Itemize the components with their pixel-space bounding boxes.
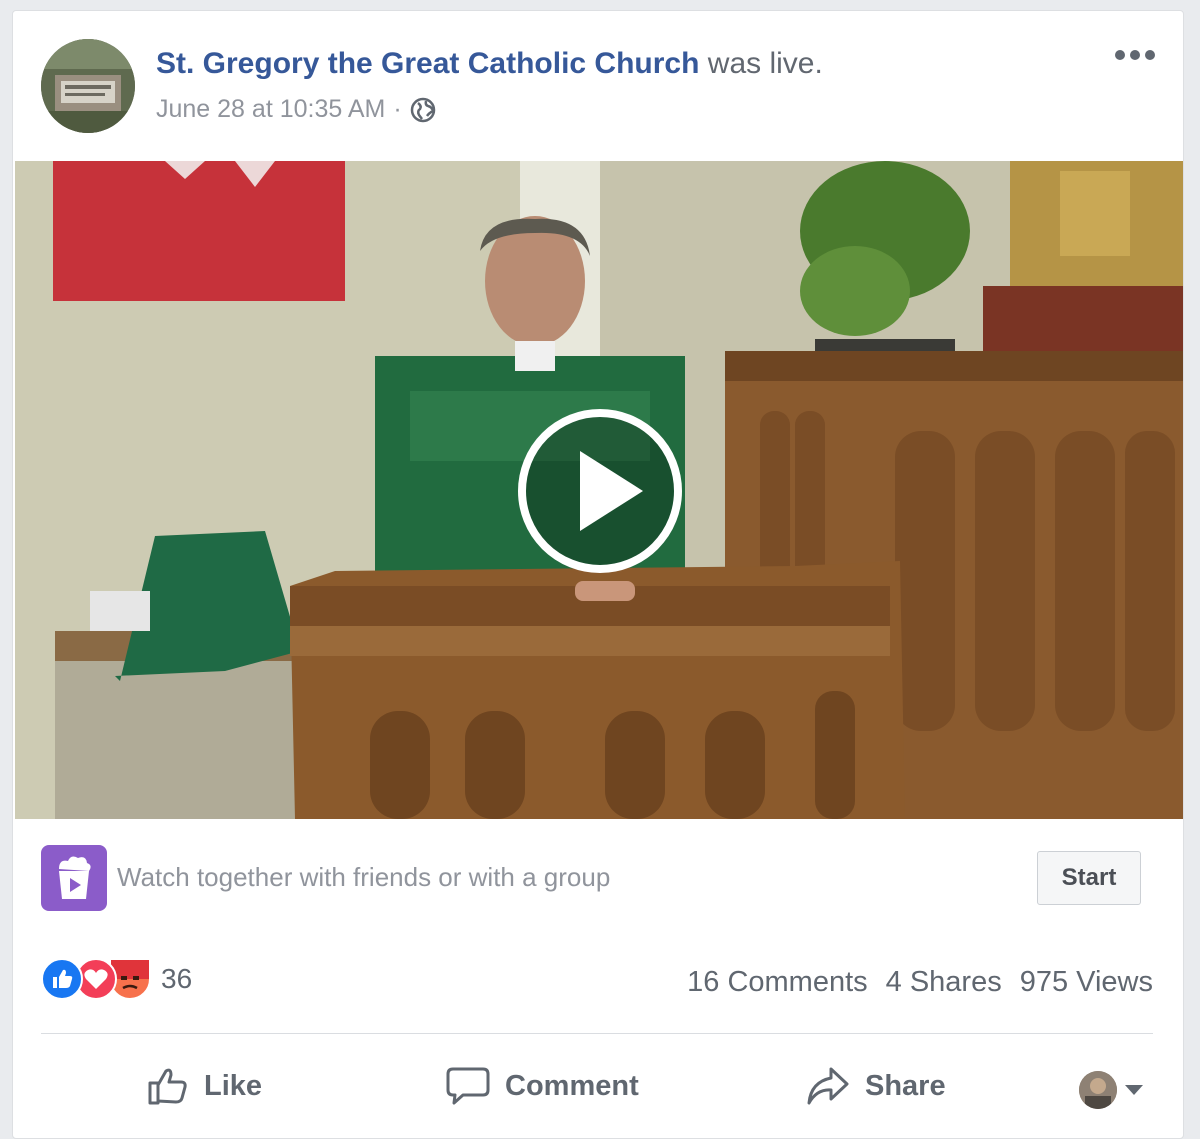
more-options-icon[interactable]	[1113, 41, 1157, 69]
like-button[interactable]: Like	[146, 1061, 262, 1111]
play-icon[interactable]	[515, 406, 685, 576]
comment-label: Comment	[505, 1069, 639, 1102]
watch-party-icon	[41, 845, 107, 911]
views-count: 975 Views	[1019, 966, 1153, 998]
comments-count-link[interactable]: 16 Comments	[687, 966, 868, 999]
globe-icon[interactable]	[410, 97, 436, 123]
watch-party-text: Watch together with friends or with a gr…	[117, 862, 611, 892]
meta-separator: ·	[393, 95, 402, 123]
action-divider	[41, 1033, 1153, 1034]
engagement-counts: 16 Comments 4 Shares 975 Views	[687, 966, 1153, 999]
post-title-line: St. Gregory the Great Catholic Church wa…	[156, 47, 823, 81]
watch-party-row: Watch together with friends or with a gr…	[13, 819, 1183, 939]
comment-as-selector[interactable]	[1079, 1071, 1143, 1109]
reaction-count: 36	[161, 963, 193, 994]
reaction-summary[interactable]: 36	[41, 958, 192, 1000]
chevron-down-icon	[1125, 1085, 1143, 1095]
share-label: Share	[865, 1069, 946, 1102]
post-header: St. Gregory the Great Catholic Church wa…	[13, 11, 1183, 161]
shares-count-link[interactable]: 4 Shares	[886, 966, 1002, 999]
comment-icon	[446, 1067, 490, 1105]
post-status-text: was live.	[707, 47, 823, 80]
page-name-link[interactable]: St. Gregory the Great Catholic Church	[156, 47, 699, 80]
post-stats: 36 16 Comments 4 Shares 975 Views	[13, 946, 1183, 1026]
thumbs-up-icon	[148, 1068, 187, 1105]
comment-button[interactable]: Comment	[445, 1061, 639, 1111]
like-label: Like	[204, 1069, 263, 1102]
post-meta: June 28 at 10:35 AM ·	[156, 95, 436, 124]
user-avatar	[1079, 1071, 1117, 1109]
post-actions-bar: Like Comment Share	[13, 1041, 1183, 1131]
post-card: St. Gregory the Great Catholic Church wa…	[12, 10, 1184, 1139]
like-reaction-icon	[41, 958, 83, 1000]
share-icon	[807, 1067, 849, 1105]
start-watch-party-button[interactable]: Start	[1037, 851, 1141, 905]
post-timestamp[interactable]: June 28 at 10:35 AM	[156, 95, 385, 124]
share-button[interactable]: Share	[805, 1061, 946, 1111]
page-avatar[interactable]	[41, 39, 135, 133]
video-player[interactable]	[15, 161, 1183, 819]
